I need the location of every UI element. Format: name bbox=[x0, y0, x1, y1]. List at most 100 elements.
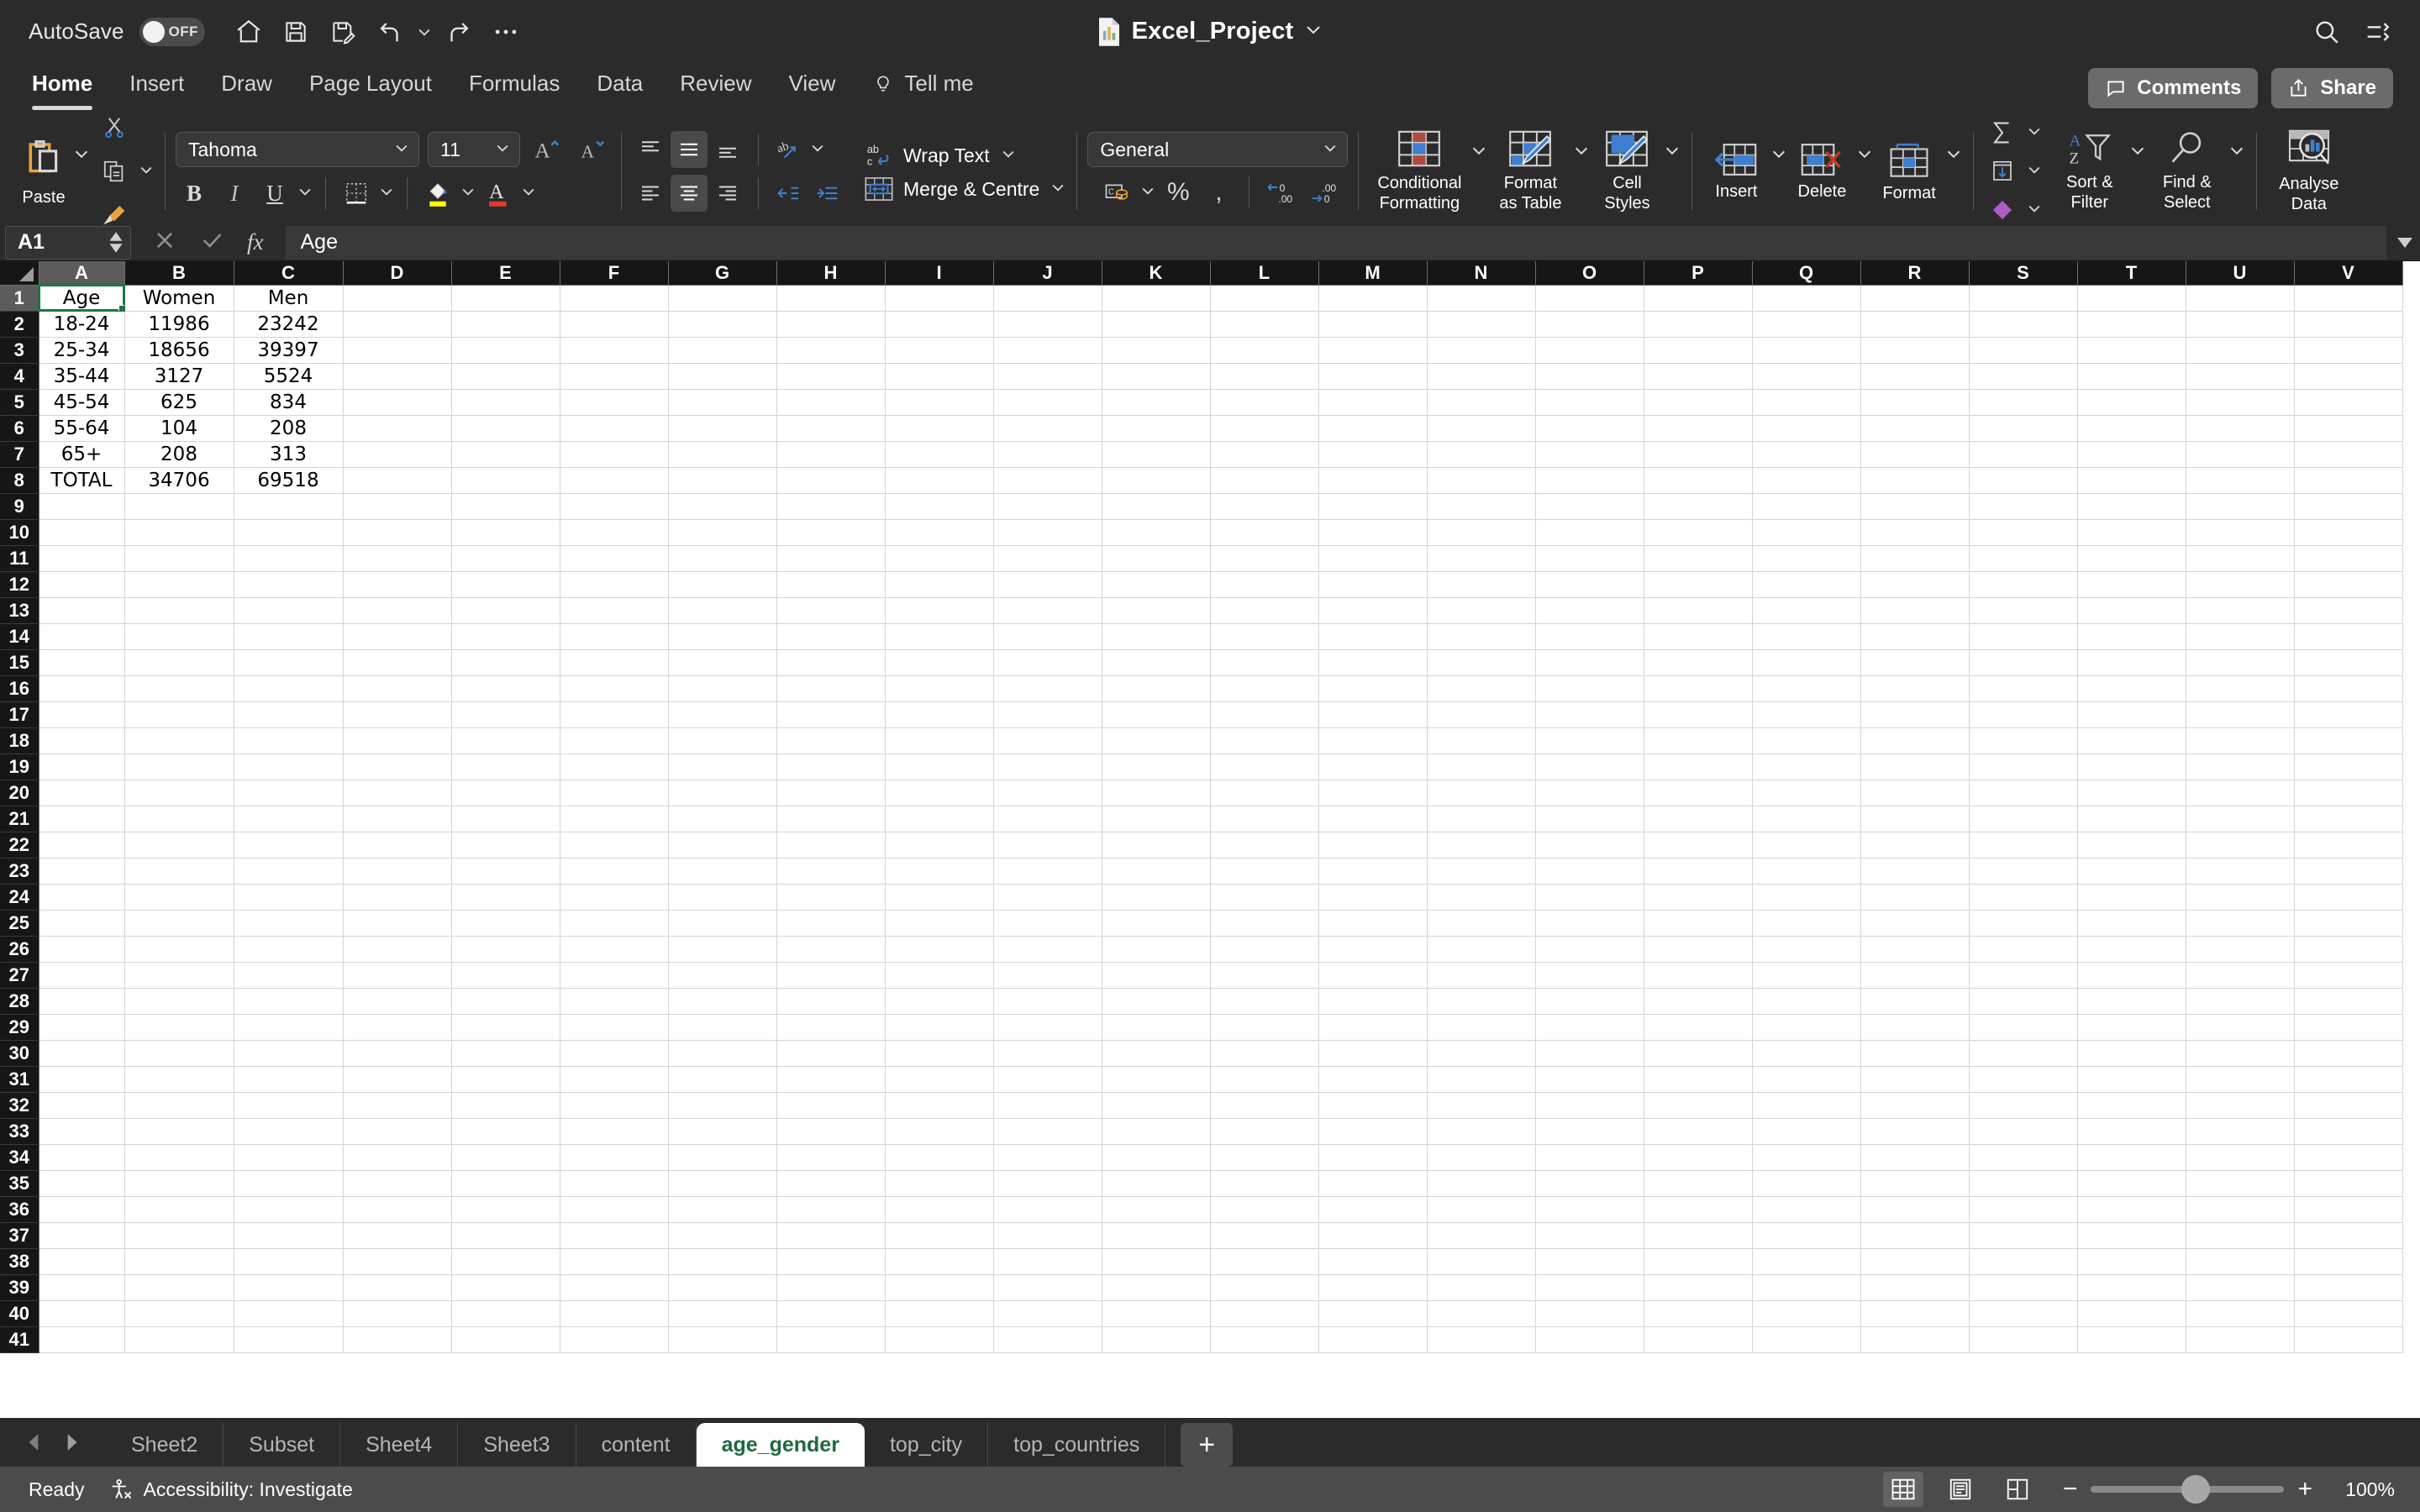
cell-U8[interactable] bbox=[2186, 467, 2295, 494]
column-header-H[interactable]: H bbox=[776, 261, 886, 286]
cell-S24[interactable] bbox=[1969, 884, 2078, 911]
cell-F5[interactable] bbox=[560, 389, 669, 416]
cell-N34[interactable] bbox=[1427, 1144, 1536, 1171]
cell-S35[interactable] bbox=[1969, 1170, 2078, 1197]
cell-N32[interactable] bbox=[1427, 1092, 1536, 1119]
cell-L17[interactable] bbox=[1210, 701, 1319, 728]
cell-C17[interactable] bbox=[234, 701, 344, 728]
cell-Q3[interactable] bbox=[1752, 337, 1861, 364]
column-header-L[interactable]: L bbox=[1210, 261, 1319, 286]
cell-L6[interactable] bbox=[1210, 415, 1319, 442]
row-header-32[interactable]: 32 bbox=[0, 1092, 39, 1119]
cell-S19[interactable] bbox=[1969, 753, 2078, 780]
cell-G18[interactable] bbox=[668, 727, 777, 754]
cell-D31[interactable] bbox=[343, 1066, 452, 1093]
cell-T19[interactable] bbox=[2077, 753, 2186, 780]
cell-Q17[interactable] bbox=[1752, 701, 1861, 728]
cell-H41[interactable] bbox=[776, 1326, 886, 1353]
cell-F13[interactable] bbox=[560, 597, 669, 624]
cell-O2[interactable] bbox=[1535, 311, 1644, 338]
zoom-track[interactable] bbox=[2091, 1475, 2285, 1504]
cell-P17[interactable] bbox=[1644, 701, 1753, 728]
cell-P5[interactable] bbox=[1644, 389, 1753, 416]
cell-S37[interactable] bbox=[1969, 1222, 2078, 1249]
cell-Q31[interactable] bbox=[1752, 1066, 1861, 1093]
cell-D24[interactable] bbox=[343, 884, 452, 911]
fill-button[interactable] bbox=[1984, 153, 2021, 190]
cell-B27[interactable] bbox=[124, 962, 234, 989]
cell-L29[interactable] bbox=[1210, 1014, 1319, 1041]
cell-E4[interactable] bbox=[451, 363, 560, 390]
cell-V33[interactable] bbox=[2294, 1118, 2403, 1145]
cell-R31[interactable] bbox=[1860, 1066, 1970, 1093]
cell-A8[interactable]: TOTAL bbox=[39, 467, 125, 494]
cell-H1[interactable] bbox=[776, 285, 886, 312]
cell-D21[interactable] bbox=[343, 806, 452, 832]
cell-A19[interactable] bbox=[39, 753, 125, 780]
cell-G17[interactable] bbox=[668, 701, 777, 728]
cell-I1[interactable] bbox=[885, 285, 994, 312]
cell-J38[interactable] bbox=[993, 1248, 1102, 1275]
cell-M20[interactable] bbox=[1318, 780, 1428, 806]
cell-R14[interactable] bbox=[1860, 623, 1970, 650]
cell-G4[interactable] bbox=[668, 363, 777, 390]
cell-M10[interactable] bbox=[1318, 519, 1428, 546]
cell-I26[interactable] bbox=[885, 936, 994, 963]
row-header-39[interactable]: 39 bbox=[0, 1274, 39, 1301]
font-size-combobox[interactable]: 11 bbox=[428, 132, 520, 167]
cell-M19[interactable] bbox=[1318, 753, 1428, 780]
cell-G20[interactable] bbox=[668, 780, 777, 806]
cell-B30[interactable] bbox=[124, 1040, 234, 1067]
cell-S6[interactable] bbox=[1969, 415, 2078, 442]
fill-chevron-down-icon[interactable] bbox=[2026, 161, 2043, 182]
cell-O1[interactable] bbox=[1535, 285, 1644, 312]
cell-D6[interactable] bbox=[343, 415, 452, 442]
cell-U4[interactable] bbox=[2186, 363, 2295, 390]
cell-P19[interactable] bbox=[1644, 753, 1753, 780]
merge-centre-label[interactable]: Merge & Centre bbox=[903, 178, 1039, 201]
cell-C16[interactable] bbox=[234, 675, 344, 702]
cell-M28[interactable] bbox=[1318, 988, 1428, 1015]
cell-J19[interactable] bbox=[993, 753, 1102, 780]
cell-G1[interactable] bbox=[668, 285, 777, 312]
cell-N31[interactable] bbox=[1427, 1066, 1536, 1093]
cell-D11[interactable] bbox=[343, 545, 452, 572]
cell-S9[interactable] bbox=[1969, 493, 2078, 520]
cell-G13[interactable] bbox=[668, 597, 777, 624]
cell-U6[interactable] bbox=[2186, 415, 2295, 442]
cell-J34[interactable] bbox=[993, 1144, 1102, 1171]
cell-Q22[interactable] bbox=[1752, 832, 1861, 858]
cell-U21[interactable] bbox=[2186, 806, 2295, 832]
cell-L16[interactable] bbox=[1210, 675, 1319, 702]
cell-G32[interactable] bbox=[668, 1092, 777, 1119]
cell-H31[interactable] bbox=[776, 1066, 886, 1093]
cell-E23[interactable] bbox=[451, 858, 560, 885]
cell-B7[interactable]: 208 bbox=[124, 441, 234, 468]
cell-D33[interactable] bbox=[343, 1118, 452, 1145]
cell-C1[interactable]: Men bbox=[234, 285, 344, 312]
cell-L18[interactable] bbox=[1210, 727, 1319, 754]
row-header-38[interactable]: 38 bbox=[0, 1248, 39, 1275]
cell-H40[interactable] bbox=[776, 1300, 886, 1327]
cell-B12[interactable] bbox=[124, 571, 234, 598]
cell-N23[interactable] bbox=[1427, 858, 1536, 885]
cell-N39[interactable] bbox=[1427, 1274, 1536, 1301]
cell-R11[interactable] bbox=[1860, 545, 1970, 572]
row-header-25[interactable]: 25 bbox=[0, 910, 39, 937]
row-header-26[interactable]: 26 bbox=[0, 936, 39, 963]
cell-J21[interactable] bbox=[993, 806, 1102, 832]
conditional-formatting-button[interactable]: Conditional Formatting bbox=[1369, 121, 1470, 222]
cell-F31[interactable] bbox=[560, 1066, 669, 1093]
cell-K14[interactable] bbox=[1102, 623, 1211, 650]
cell-K22[interactable] bbox=[1102, 832, 1211, 858]
cell-U9[interactable] bbox=[2186, 493, 2295, 520]
cell-U40[interactable] bbox=[2186, 1300, 2295, 1327]
cell-P4[interactable] bbox=[1644, 363, 1753, 390]
cell-F6[interactable] bbox=[560, 415, 669, 442]
cell-F7[interactable] bbox=[560, 441, 669, 468]
cell-D9[interactable] bbox=[343, 493, 452, 520]
cell-U12[interactable] bbox=[2186, 571, 2295, 598]
cell-B4[interactable]: 3127 bbox=[124, 363, 234, 390]
cell-D38[interactable] bbox=[343, 1248, 452, 1275]
cell-T29[interactable] bbox=[2077, 1014, 2186, 1041]
